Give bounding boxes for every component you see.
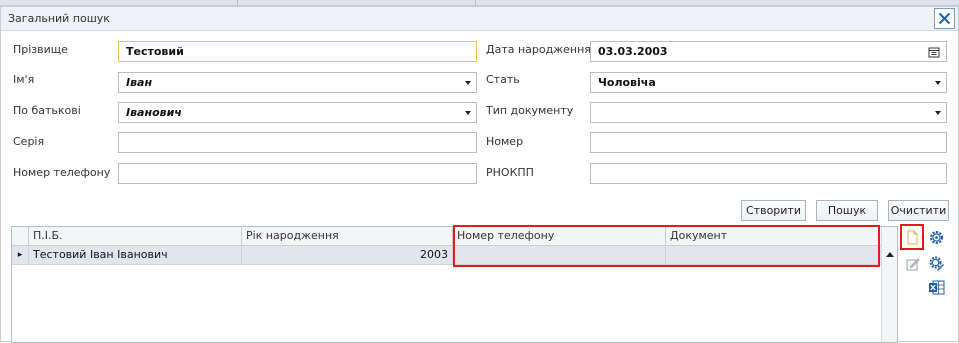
settings-button[interactable] (927, 228, 946, 247)
birth-date-label: Дата народження (486, 43, 591, 56)
gear-icon (930, 231, 943, 244)
gender-label: Стать (486, 73, 520, 86)
edit-icon (906, 257, 920, 270)
close-button[interactable] (934, 8, 955, 29)
doc-type-select[interactable] (590, 102, 947, 123)
gender-value: Чоловіча (598, 76, 656, 89)
first-name-select[interactable]: Іван (118, 72, 477, 93)
series-field[interactable] (118, 132, 477, 153)
vertical-scrollbar[interactable] (881, 227, 897, 342)
excel-export-button[interactable] (927, 278, 946, 297)
number-label: Номер (486, 135, 524, 148)
doc-type-label: Тип документу (486, 104, 574, 117)
cell-document[interactable] (666, 246, 881, 264)
first-name-value: Іван (126, 76, 153, 89)
title-bar: Загальний пошук (1, 7, 958, 31)
number-field[interactable] (590, 132, 947, 153)
cell-name[interactable]: Тестовий Іван Іванович (29, 246, 242, 264)
column-header-document[interactable]: Документ (666, 227, 881, 245)
new-document-button[interactable] (903, 228, 922, 247)
search-button[interactable]: Пошук (816, 200, 878, 221)
gender-select[interactable]: Чоловіча (590, 72, 947, 93)
cell-phone[interactable] (453, 246, 666, 264)
rnokpp-field[interactable] (590, 163, 947, 184)
surname-value: Тестовий (126, 45, 184, 58)
patronymic-value: Іванович (126, 106, 182, 119)
surname-label: Прізвище (13, 43, 68, 56)
first-name-label: Ім'я (13, 73, 35, 86)
calendar-icon[interactable] (928, 46, 940, 58)
new-document-icon (907, 230, 918, 245)
rnokpp-label: РНОКПП (486, 166, 534, 179)
row-indicator-header (12, 227, 29, 245)
patronymic-label: По батькові (13, 104, 81, 117)
patronymic-select[interactable]: Іванович (118, 102, 477, 123)
clear-button[interactable]: Очистити (888, 200, 949, 221)
table-row[interactable]: ▸ Тестовий Іван Іванович 2003 (12, 246, 881, 265)
gear-edit-icon (929, 256, 944, 271)
chevron-down-icon[interactable] (935, 81, 941, 85)
search-dialog: Загальний пошук Прізвище Тестовий Ім'я І… (0, 6, 959, 343)
create-button[interactable]: Створити (741, 200, 806, 221)
birth-date-field[interactable]: 03.03.2003 (590, 41, 947, 62)
column-header-name[interactable]: П.І.Б. (29, 227, 242, 245)
edit-button[interactable] (903, 254, 922, 273)
surname-field[interactable]: Тестовий (118, 41, 477, 62)
excel-icon (929, 280, 945, 295)
chevron-down-icon[interactable] (465, 81, 471, 85)
chevron-down-icon[interactable] (465, 111, 471, 115)
scroll-up-icon[interactable] (886, 252, 894, 257)
grid-header: П.І.Б. Рік народження Номер телефону Док… (12, 227, 881, 246)
cell-birth-year[interactable]: 2003 (242, 246, 453, 264)
birth-date-value: 03.03.2003 (598, 45, 668, 58)
row-marker: ▸ (12, 246, 29, 264)
chevron-down-icon[interactable] (935, 111, 941, 115)
series-label: Серія (13, 135, 45, 148)
results-grid: П.І.Б. Рік народження Номер телефону Док… (11, 226, 898, 343)
phone-field[interactable] (118, 163, 477, 184)
column-header-birth-year[interactable]: Рік народження (242, 227, 453, 245)
close-icon (938, 12, 951, 25)
phone-label: Номер телефону (13, 166, 111, 179)
dialog-title: Загальний пошук (8, 12, 110, 25)
settings-edit-button[interactable] (927, 254, 946, 273)
column-header-phone[interactable]: Номер телефону (453, 227, 666, 245)
